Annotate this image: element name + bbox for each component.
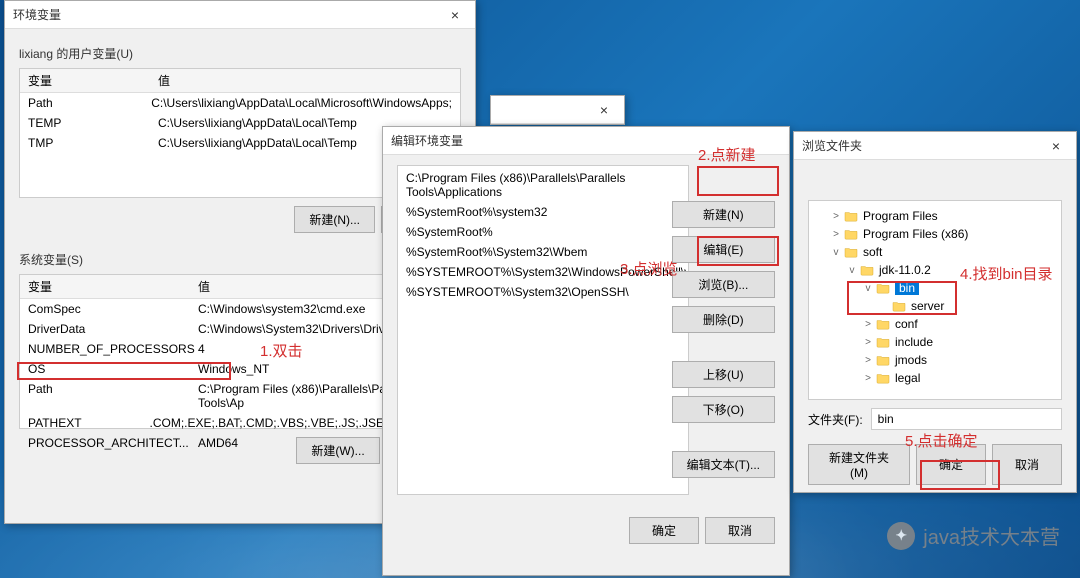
folder-icon (875, 335, 891, 349)
col-variable: 变量 (20, 69, 150, 92)
folder-icon (843, 209, 859, 223)
tree-item[interactable]: >conf (813, 315, 1057, 333)
list-item[interactable]: %SYSTEMROOT%\System32\OpenSSH\ (404, 282, 682, 302)
watermark: ✦ java技术大本营 (887, 521, 1060, 550)
list-item[interactable]: C:\Program Files (x86)\Parallels\Paralle… (404, 168, 682, 202)
folder-input[interactable]: bin (871, 408, 1062, 430)
chevron-icon[interactable]: > (829, 229, 843, 240)
folder-icon (891, 299, 907, 313)
chevron-icon[interactable]: v (845, 265, 859, 276)
dialog-title: 环境变量 (13, 6, 61, 23)
watermark-text: java技术大本营 (923, 521, 1060, 550)
list-item[interactable]: %SYSTEMROOT%\System32\WindowsPowerShell\… (404, 262, 682, 282)
folder-tree[interactable]: >Program Files>Program Files (x86)vsoftv… (808, 200, 1062, 400)
tree-item[interactable]: >include (813, 333, 1057, 351)
titlebar[interactable]: 浏览文件夹 × (794, 132, 1076, 160)
chevron-icon[interactable]: > (861, 373, 875, 384)
tree-item[interactable]: >Program Files (x86) (813, 225, 1057, 243)
browse-button[interactable]: 浏览(B)... (672, 271, 775, 298)
chevron-icon[interactable]: > (861, 337, 875, 348)
edit-text-button[interactable]: 编辑文本(T)... (672, 451, 775, 478)
small-window[interactable]: × (490, 95, 625, 125)
tree-item[interactable]: >Program Files (813, 207, 1057, 225)
close-icon[interactable]: × (592, 102, 616, 118)
dialog-title: 浏览文件夹 (802, 137, 862, 154)
ok-button[interactable]: 确定 (629, 517, 699, 544)
folder-label: 文件夹(F): (808, 411, 863, 428)
folder-icon (875, 317, 891, 331)
move-up-button[interactable]: 上移(U) (672, 361, 775, 388)
folder-icon (843, 227, 859, 241)
col-value: 值 (150, 69, 460, 92)
list-item[interactable]: %SystemRoot%\system32 (404, 202, 682, 222)
dialog-title: 编辑环境变量 (391, 132, 463, 149)
chevron-icon[interactable]: > (861, 319, 875, 330)
new-folder-button[interactable]: 新建文件夹(M) (808, 444, 910, 485)
path-list[interactable]: C:\Program Files (x86)\Parallels\Paralle… (397, 165, 689, 495)
col-variable: 变量 (20, 275, 190, 298)
tree-item[interactable]: >legal (813, 369, 1057, 387)
list-item[interactable]: %SystemRoot%\System32\Wbem (404, 242, 682, 262)
cancel-button[interactable]: 取消 (705, 517, 775, 544)
delete-button[interactable]: 删除(D) (672, 306, 775, 333)
move-down-button[interactable]: 下移(O) (672, 396, 775, 423)
tree-item[interactable]: vbin (813, 279, 1057, 297)
folder-icon (843, 245, 859, 259)
browse-folder-dialog[interactable]: 浏览文件夹 × >Program Files>Program Files (x8… (793, 131, 1077, 493)
close-icon[interactable]: × (1044, 138, 1068, 154)
ok-button[interactable]: 确定 (916, 444, 986, 485)
chevron-icon[interactable]: > (829, 211, 843, 222)
edit-env-var-dialog[interactable]: 编辑环境变量 C:\Program Files (x86)\Parallels\… (382, 126, 790, 576)
folder-icon (875, 281, 891, 295)
wechat-icon: ✦ (887, 522, 915, 550)
chevron-icon[interactable]: v (861, 283, 875, 294)
folder-icon (875, 353, 891, 367)
edit-button[interactable]: 编辑(E) (672, 236, 775, 263)
table-row[interactable]: PathC:\Users\lixiang\AppData\Local\Micro… (20, 93, 460, 113)
close-icon[interactable]: × (443, 7, 467, 23)
list-item[interactable]: %SystemRoot% (404, 222, 682, 242)
tree-item[interactable]: vjdk-11.0.2 (813, 261, 1057, 279)
folder-icon (859, 263, 875, 277)
new-user-var-button[interactable]: 新建(N)... (294, 206, 375, 233)
tree-item[interactable]: >jmods (813, 351, 1057, 369)
user-vars-label: lixiang 的用户变量(U) (19, 45, 461, 62)
tree-item[interactable]: vsoft (813, 243, 1057, 261)
titlebar[interactable]: 编辑环境变量 (383, 127, 789, 155)
new-button[interactable]: 新建(N) (672, 201, 775, 228)
folder-icon (875, 371, 891, 385)
chevron-icon[interactable]: v (829, 247, 843, 258)
titlebar[interactable]: 环境变量 × (5, 1, 475, 29)
cancel-button[interactable]: 取消 (992, 444, 1062, 485)
tree-item[interactable]: server (813, 297, 1057, 315)
chevron-icon[interactable]: > (861, 355, 875, 366)
